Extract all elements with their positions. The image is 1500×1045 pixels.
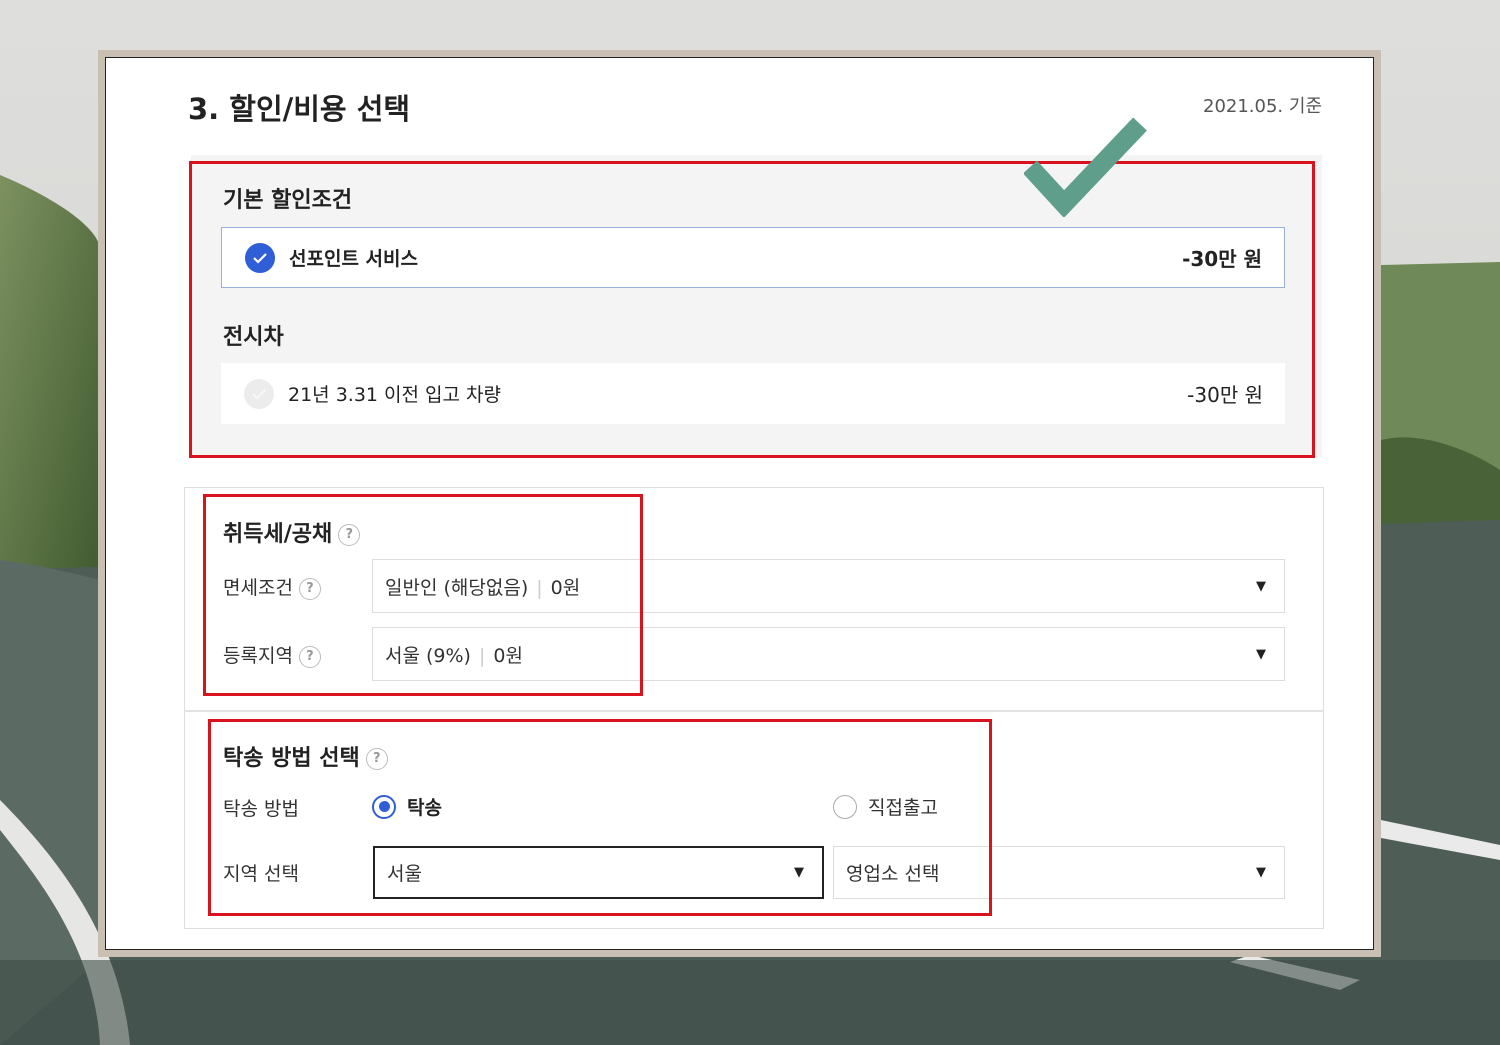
help-icon[interactable]: ? xyxy=(365,748,388,770)
exemption-label-text: 면세조건 xyxy=(223,577,293,599)
help-icon[interactable]: ? xyxy=(338,524,361,546)
delivery-region-value: 서울 xyxy=(387,863,422,885)
radio-label: 탁송 xyxy=(407,797,442,819)
region-select[interactable]: 서울 (9%) | 0원 ▼ xyxy=(372,627,1285,681)
option-display-car[interactable]: 21년 3.31 이전 입고 차량 -30만 원 xyxy=(221,363,1285,424)
region-value: 서울 (9%) xyxy=(385,644,471,667)
exemption-value: 일반인 (해당없음) xyxy=(385,576,529,599)
check-icon xyxy=(244,378,274,409)
radio-dot xyxy=(378,801,390,812)
delivery-heading-text: 탁송 방법 선택 xyxy=(223,746,360,771)
basic-discount-heading: 기본 할인조건 xyxy=(223,188,353,213)
value-separator: | xyxy=(478,644,486,667)
tax-heading-text: 취득세/공채 xyxy=(223,522,333,547)
option-price: -30만 원 xyxy=(1187,383,1263,407)
delivery-method-label: 탁송 방법 xyxy=(223,798,299,820)
radio-circle xyxy=(833,794,857,819)
region-amount: 0원 xyxy=(493,644,523,667)
select-value: 서울 (9%) | 0원 xyxy=(385,641,1256,668)
exemption-amount: 0원 xyxy=(550,576,581,599)
region-label: 등록지역? xyxy=(223,641,321,668)
checkmark-annotation-icon xyxy=(1024,117,1147,217)
chevron-down-icon: ▼ xyxy=(1256,646,1266,662)
exemption-select[interactable]: 일반인 (해당없음) | 0원 ▼ xyxy=(372,559,1285,613)
check-icon xyxy=(245,242,275,273)
chevron-down-icon: ▼ xyxy=(794,865,804,880)
display-car-heading: 전시차 xyxy=(223,325,284,350)
help-icon[interactable]: ? xyxy=(298,645,321,668)
radio-delivery[interactable]: 탁송 xyxy=(372,793,442,820)
region-label-text: 등록지역 xyxy=(223,645,293,667)
branch-select[interactable]: 영업소 선택 ▼ xyxy=(833,846,1285,899)
region-select-label: 지역 선택 xyxy=(223,863,299,885)
exemption-label: 면세조건? xyxy=(223,573,321,600)
delivery-region-select[interactable]: 서울 ▼ xyxy=(373,846,824,899)
delivery-heading: 탁송 방법 선택? xyxy=(223,740,388,772)
chevron-down-icon: ▼ xyxy=(1256,865,1266,880)
value-separator: | xyxy=(536,576,543,599)
option-price: -30만 원 xyxy=(1182,247,1262,271)
select-value: 일반인 (해당없음) | 0원 xyxy=(385,573,1256,600)
radio-direct-pickup[interactable]: 직접출고 xyxy=(833,793,938,820)
section-divider xyxy=(184,710,1324,712)
help-icon[interactable]: ? xyxy=(298,577,321,600)
branch-placeholder: 영업소 선택 xyxy=(846,863,940,885)
page-title: 3. 할인/비용 선택 xyxy=(188,92,411,126)
radio-circle xyxy=(372,794,396,819)
option-label: 21년 3.31 이전 입고 차량 xyxy=(288,384,502,406)
option-label: 선포인트 서비스 xyxy=(289,248,418,270)
chevron-down-icon: ▼ xyxy=(1256,578,1266,594)
radio-label: 직접출고 xyxy=(868,797,938,819)
option-sunpoint-service[interactable]: 선포인트 서비스 -30만 원 xyxy=(221,227,1285,288)
tax-heading: 취득세/공채? xyxy=(223,516,361,548)
reference-date: 2021.05. 기준 xyxy=(1203,96,1322,117)
